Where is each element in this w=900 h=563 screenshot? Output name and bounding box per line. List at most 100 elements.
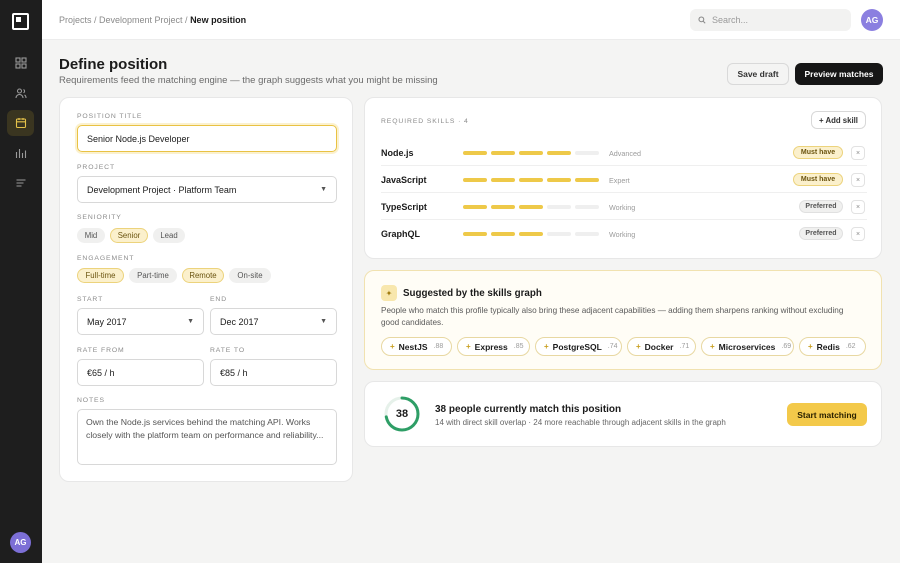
field-label: END (210, 296, 228, 303)
rate-to-input[interactable]: €85 / h (210, 359, 337, 386)
priority-badge[interactable]: Must have (793, 146, 843, 159)
field-label: POSITION TITLE (77, 113, 143, 120)
chevron-down-icon: ▼ (187, 318, 194, 325)
suggested-skill-score: .71 (679, 343, 690, 350)
suggested-skill-name: NestJS (398, 341, 428, 352)
suggested-skill-chip[interactable]: + Docker .71 (627, 337, 696, 356)
people-icon[interactable] (7, 80, 34, 106)
suggested-skill-name: PostgreSQL (552, 341, 602, 352)
skill-level-segment (575, 205, 599, 209)
field-label: NOTES (77, 397, 105, 404)
field-value: May 2017 (87, 316, 127, 327)
skill-level-bars[interactable] (463, 151, 599, 155)
skill-row: GraphQL Working Preferred × (381, 220, 867, 247)
position-form-card: POSITION TITLE Senior Node.js Developer … (59, 97, 353, 482)
engagement-chip[interactable]: Remote (182, 268, 224, 283)
breadcrumb: Projects / Development Project / New pos… (59, 15, 246, 25)
plus-icon: + (710, 342, 715, 351)
position-title-input[interactable]: Senior Node.js Developer (77, 125, 337, 152)
end-date-select[interactable]: Dec 2017 ▼ (210, 308, 337, 335)
avatar[interactable]: AG (861, 9, 883, 31)
breadcrumb-current: New position (190, 15, 247, 25)
calendar-icon[interactable] (7, 110, 34, 136)
priority-badge[interactable]: Must have (793, 173, 843, 186)
plus-icon: + (808, 342, 813, 351)
logo-icon[interactable] (12, 13, 29, 30)
match-summary-card: 38 38 people currently match this positi… (364, 381, 882, 447)
engagement-chip[interactable]: Part-time (129, 268, 177, 283)
add-skill-button[interactable]: + Add skill (811, 111, 866, 129)
plus-icon: + (466, 342, 471, 351)
match-title: 38 people currently match this position (435, 404, 622, 415)
skill-level-segment (463, 232, 487, 236)
remove-skill-button[interactable]: × (851, 227, 865, 241)
suggested-skill-chip[interactable]: + Microservices .69 (701, 337, 794, 356)
suggested-skill-score: .74 (607, 343, 618, 350)
skill-level-bars[interactable] (463, 232, 599, 236)
skill-row: JavaScript Expert Must have × (381, 166, 867, 193)
remove-skill-button[interactable]: × (851, 173, 865, 187)
priority-badge[interactable]: Preferred (799, 200, 843, 213)
seniority-chip[interactable]: Senior (110, 228, 148, 243)
start-matching-button[interactable]: Start matching (787, 403, 867, 426)
remove-skill-button[interactable]: × (851, 146, 865, 160)
suggested-skill-chip[interactable]: + PostgreSQL .74 (535, 337, 622, 356)
project-select[interactable]: Development Project · Platform Team ▼ (77, 176, 337, 203)
notes-textarea[interactable]: Own the Node.js services behind the matc… (77, 409, 337, 465)
skill-name: JavaScript (381, 175, 427, 185)
skill-level-label: Working (609, 203, 636, 212)
seniority-chip[interactable]: Mid (77, 228, 105, 243)
dashboard-icon[interactable] (7, 50, 34, 76)
chevron-down-icon: ▼ (320, 186, 327, 193)
priority-badge[interactable]: Preferred (799, 227, 843, 240)
rate-from-input[interactable]: €65 / h (77, 359, 204, 386)
suggested-skill-score: .62 (845, 343, 856, 350)
skill-level-segment (519, 178, 543, 182)
skill-level-segment (519, 151, 543, 155)
skill-level-bars[interactable] (463, 205, 599, 209)
suggested-skill-score: .69 (781, 343, 792, 350)
suggested-skill-score: .85 (513, 343, 524, 350)
skill-level-bars[interactable] (463, 178, 599, 182)
skill-level-segment (575, 178, 599, 182)
required-skills-card: REQUIRED SKILLS · 4 + Add skill Node.js A… (364, 97, 882, 259)
suggestions-title: Suggested by the skills graph (403, 288, 542, 299)
start-date-select[interactable]: May 2017 ▼ (77, 308, 204, 335)
skill-level-segment (463, 151, 487, 155)
remove-skill-button[interactable]: × (851, 200, 865, 214)
plus-icon: + (544, 342, 549, 351)
save-draft-button[interactable]: Save draft (727, 63, 789, 85)
skill-level-segment (463, 205, 487, 209)
analytics-icon[interactable] (7, 140, 34, 166)
skill-row: TypeScript Working Preferred × (381, 193, 867, 220)
suggested-skill-chip[interactable]: + NestJS .88 (381, 337, 452, 356)
field-value: €65 / h (87, 367, 115, 378)
skill-row: Node.js Advanced Must have × (381, 139, 867, 166)
field-value: Development Project · Platform Team (87, 184, 237, 195)
skill-level-segment (547, 205, 571, 209)
skill-level-label: Working (609, 230, 636, 239)
page-subtitle: Requirements feed the matching engine — … (59, 75, 438, 86)
suggested-skill-chip[interactable]: + Redis .62 (799, 337, 866, 356)
suggested-skill-chip[interactable]: + Express .85 (457, 337, 530, 356)
page-title: Define position (59, 56, 168, 73)
list-icon[interactable] (7, 170, 34, 196)
breadcrumb-path[interactable]: Projects / Development Project / (59, 15, 190, 25)
field-value: Senior Node.js Developer (87, 133, 190, 144)
field-label: RATE TO (210, 347, 246, 354)
suggested-skill-name: Redis (816, 341, 840, 352)
sidebar: AG (0, 0, 42, 563)
engagement-chip[interactable]: On-site (229, 268, 271, 283)
skill-level-label: Advanced (609, 149, 641, 158)
skill-name: GraphQL (381, 229, 421, 239)
skill-level-segment (491, 178, 515, 182)
match-count: 38 (395, 408, 409, 420)
seniority-chip[interactable]: Lead (153, 228, 185, 243)
suggestions-description: People who match this profile typically … (381, 306, 844, 327)
engagement-chip[interactable]: Full-time (77, 268, 124, 283)
search-input[interactable] (712, 15, 832, 25)
avatar[interactable]: AG (10, 532, 31, 553)
preview-matches-button[interactable]: Preview matches (795, 63, 883, 85)
search-box[interactable] (690, 9, 851, 31)
field-value: Dec 2017 (220, 316, 259, 327)
